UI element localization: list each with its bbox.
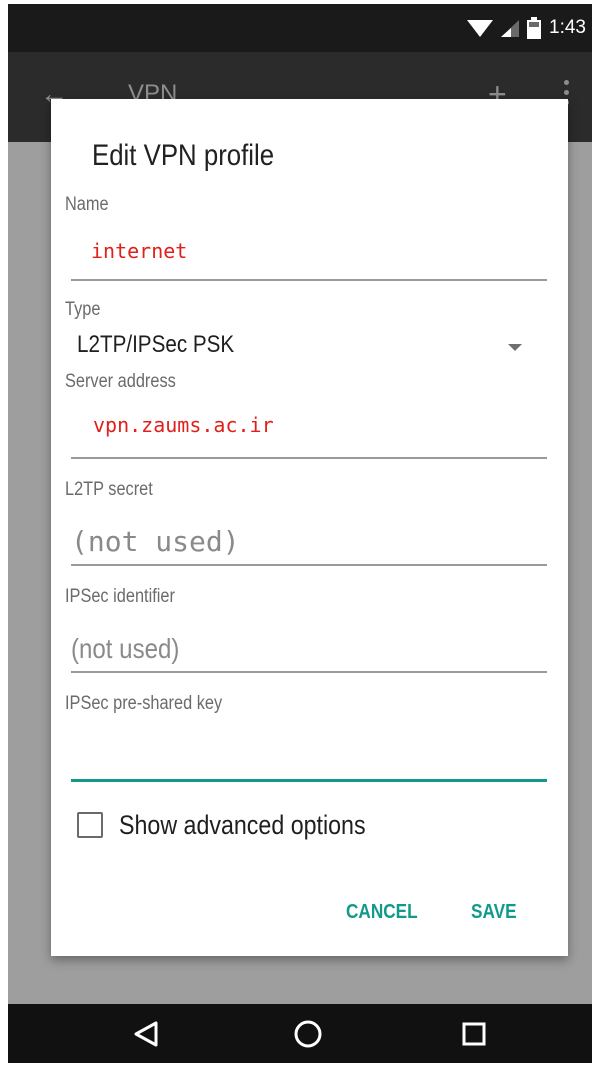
- back-triangle-icon[interactable]: [126, 1004, 166, 1063]
- type-label: Type: [65, 299, 101, 320]
- status-bar: 1:43: [8, 4, 592, 52]
- navigation-bar: [8, 1004, 592, 1063]
- status-icons: 1:43: [467, 4, 586, 52]
- l2tp-secret-label: L2TP secret: [65, 479, 153, 500]
- chevron-down-icon: [508, 344, 522, 351]
- edit-vpn-dialog: Edit VPN profile Name internet Type L2TP…: [51, 99, 568, 956]
- ipsec-psk-underline: [71, 779, 547, 782]
- advanced-options-checkbox[interactable]: [77, 812, 103, 838]
- save-button[interactable]: SAVE: [471, 901, 517, 924]
- battery-icon: [527, 17, 542, 39]
- wifi-icon: [467, 20, 494, 37]
- phone-screen: 1:43 ← VPN + Edit VPN profile Name inter…: [8, 4, 592, 1063]
- signal-icon: [501, 20, 520, 37]
- cancel-button[interactable]: CANCEL: [346, 901, 418, 924]
- server-address-label: Server address: [65, 371, 176, 392]
- ipsec-identifier-underline: [71, 671, 547, 673]
- ipsec-identifier-label: IPSec identifier: [65, 586, 175, 607]
- type-value: L2TP/IPSec PSK: [77, 331, 235, 358]
- ipsec-psk-label: IPSec pre-shared key: [65, 693, 223, 714]
- server-address-underline: [71, 457, 547, 459]
- dialog-title: Edit VPN profile: [92, 139, 275, 172]
- status-time: 1:43: [549, 17, 586, 38]
- name-value: internet: [91, 239, 188, 263]
- l2tp-secret-placeholder: (not used): [71, 525, 240, 558]
- ipsec-identifier-placeholder: (not used): [71, 633, 180, 664]
- server-address-value: vpn.zaums.ac.ir: [93, 413, 274, 437]
- home-circle-icon[interactable]: [288, 1004, 328, 1063]
- l2tp-secret-underline: [71, 564, 547, 566]
- name-underline: [71, 279, 547, 281]
- advanced-options-row[interactable]: Show advanced options: [77, 805, 406, 845]
- advanced-options-label: Show advanced options: [119, 809, 366, 840]
- recents-square-icon[interactable]: [454, 1004, 494, 1063]
- name-label: Name: [65, 194, 109, 215]
